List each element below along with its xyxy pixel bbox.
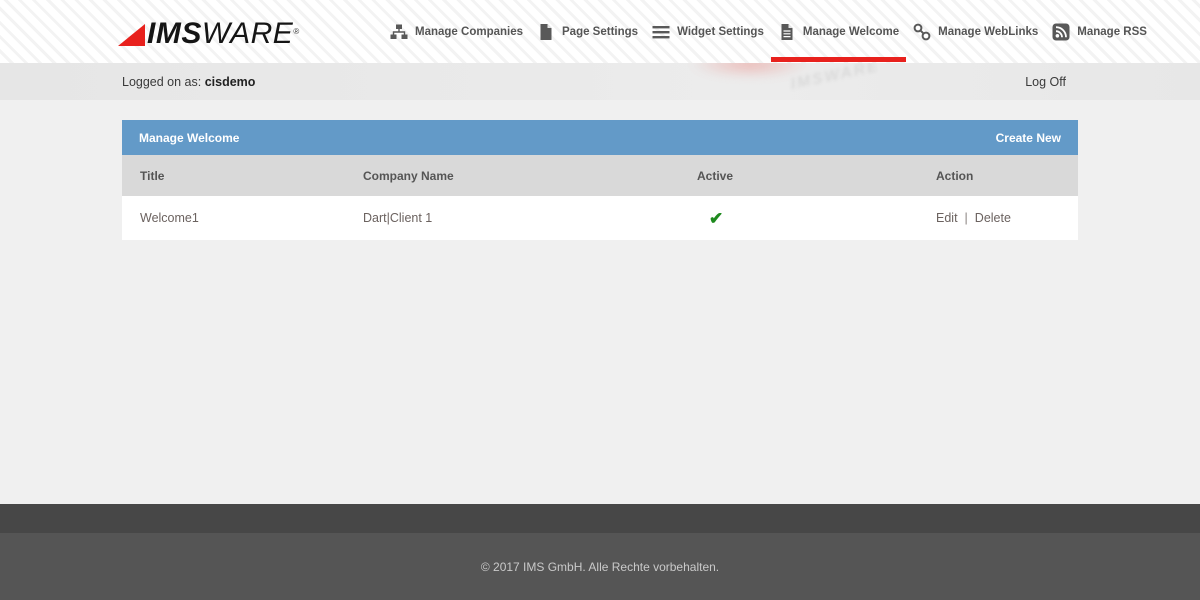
logo-text: IMSWARE®: [147, 16, 300, 50]
copyright-text: © 2017 IMS GmbH. Alle Rechte vorbehalten…: [480, 559, 720, 574]
nav-item-manage-weblinks[interactable]: Manage WebLinks: [906, 0, 1045, 63]
nav-label: Manage Welcome: [802, 25, 900, 38]
edit-link[interactable]: Edit: [936, 211, 958, 225]
create-new-button[interactable]: Create New: [996, 131, 1061, 145]
imsware-logo: IMSWARE®: [118, 15, 300, 49]
table-header-row: Title Company Name Active Action: [122, 155, 1078, 196]
column-header-action: Action: [936, 168, 974, 183]
action-separator: |: [964, 211, 968, 225]
page-icon: [540, 23, 552, 40]
nav-label: Page Settings: [562, 25, 639, 38]
column-header-title: Title: [140, 168, 165, 183]
link-icon: [913, 23, 931, 40]
content-area: Manage Welcome Create New Title Company …: [0, 100, 1200, 504]
nav-label: Manage RSS: [1077, 25, 1147, 38]
logo-text-light: WARE: [201, 16, 294, 50]
table-row: Welcome1 Dart|Client 1 ✔ Edit | Delete: [122, 196, 1078, 240]
nav-item-widget-settings[interactable]: Widget Settings: [645, 0, 771, 63]
cell-active: ✔: [697, 210, 936, 227]
nav-item-manage-welcome[interactable]: Manage Welcome: [770, 0, 907, 63]
logo-triangle-icon: [118, 23, 145, 46]
nav-item-manage-rss[interactable]: Manage RSS: [1045, 0, 1154, 63]
cell-company-name: Dart|Client 1: [363, 211, 433, 225]
logged-on-text: Logged on as: cisdemo: [122, 75, 255, 89]
footer-top-strip: [0, 504, 1200, 533]
document-lines-icon: [781, 23, 793, 40]
background-watermark: IMSWARE: [789, 63, 882, 94]
column-header-active: Active: [697, 168, 734, 183]
panel-header: Manage Welcome Create New: [122, 120, 1078, 155]
rss-icon: [1052, 23, 1070, 40]
username: cisdemo: [204, 74, 256, 89]
cell-title: Welcome1: [140, 211, 199, 225]
sitemap-icon: [390, 24, 408, 39]
log-off-link[interactable]: Log Off: [1025, 75, 1066, 89]
nav-item-manage-companies[interactable]: Manage Companies: [383, 0, 530, 63]
cell-actions: Edit | Delete: [936, 211, 1078, 225]
manage-welcome-panel: Manage Welcome Create New Title Company …: [122, 120, 1078, 240]
top-header: IMSWARE® Manage Companies Page Settings: [0, 0, 1200, 63]
delete-link[interactable]: Delete: [975, 211, 1011, 225]
nav-label: Manage WebLinks: [938, 25, 1039, 38]
footer: © 2017 IMS GmbH. Alle Rechte vorbehalten…: [0, 533, 1200, 600]
nav-item-page-settings[interactable]: Page Settings: [530, 0, 645, 63]
logo-text-bold: IMS: [147, 16, 202, 50]
main-nav: Manage Companies Page Settings Widget Se…: [383, 0, 1154, 63]
background-blur-decoration: [690, 63, 810, 79]
column-header-company-name: Company Name: [363, 168, 454, 183]
nav-label: Manage Companies: [415, 25, 523, 38]
active-check-icon: ✔: [709, 208, 724, 228]
panel-title: Manage Welcome: [139, 130, 240, 145]
logged-on-prefix: Logged on as:: [122, 74, 205, 89]
session-bar: IMSWARE Logged on as: cisdemo Log Off: [0, 63, 1200, 100]
hamburger-icon: [652, 25, 670, 38]
logo-trademark: ®: [293, 26, 300, 36]
nav-label: Widget Settings: [677, 25, 764, 38]
